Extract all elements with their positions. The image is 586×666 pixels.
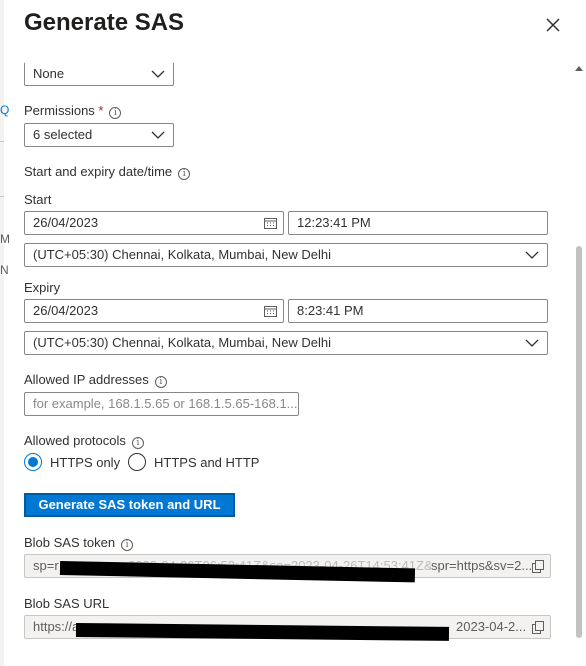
token-text-start: sp=r [33,558,59,573]
background-search-fragment: Q [0,103,10,117]
chevron-down-icon [525,339,539,347]
expiry-date-value: 26/04/2023 [33,303,99,318]
background-page-edge [0,0,4,666]
access-policy-select[interactable]: None [24,62,174,86]
start-time-input[interactable]: 12:23:41 PM [288,211,548,235]
scroll-thumb[interactable] [576,246,582,638]
copy-icon[interactable] [532,560,544,573]
radio-https-and-http-label[interactable]: HTTPS and HTTP [154,455,259,470]
chevron-down-icon [151,131,165,139]
expiry-date-input[interactable]: 26/04/2023 [24,299,284,323]
permissions-select[interactable]: 6 selected [24,123,174,147]
generate-sas-button[interactable]: Generate SAS token and URL [24,493,235,517]
token-label: Blob SAS token i [24,535,134,551]
date-section-label: Start and expiry date/time i [24,164,191,180]
chevron-down-icon [151,70,165,78]
access-policy-value: None [33,66,65,81]
close-icon [546,18,560,32]
copy-icon[interactable] [532,621,544,634]
permissions-label: Permissions * i [24,103,122,119]
ip-placeholder: for example, 168.1.5.65 or 168.1.5.65-16… [33,396,299,411]
panel-title: Generate SAS [24,9,185,36]
start-timezone-value: (UTC+05:30) Chennai, Kolkata, Mumbai, Ne… [33,247,332,262]
start-time-value: 12:23:41 PM [297,215,371,230]
expiry-label: Expiry [24,280,61,295]
permissions-value: 6 selected [33,127,93,142]
ip-input[interactable]: for example, 168.1.5.65 or 168.1.5.65-16… [24,392,299,416]
background-text-fragment: M [0,232,10,246]
radio-https-only-label[interactable]: HTTPS only [50,455,120,470]
expiry-time-value: 8:23:41 PM [297,303,364,318]
radio-https-only[interactable] [24,453,42,471]
start-date-value: 26/04/2023 [33,215,99,230]
radio-https-and-http[interactable] [128,453,146,471]
required-marker: * [98,103,104,118]
background-divider [0,141,4,142]
info-icon[interactable]: i [109,107,122,119]
info-icon[interactable]: i [154,376,167,388]
protocols-label: Allowed protocols i [24,433,144,449]
start-timezone-select[interactable]: (UTC+05:30) Chennai, Kolkata, Mumbai, Ne… [24,243,548,267]
expiry-timezone-select[interactable]: (UTC+05:30) Chennai, Kolkata, Mumbai, Ne… [24,331,548,355]
ip-label: Allowed IP addresses i [24,372,167,388]
url-text-start: https://a [33,619,80,634]
info-icon[interactable]: i [121,539,134,551]
expiry-timezone-value: (UTC+05:30) Chennai, Kolkata, Mumbai, Ne… [33,335,332,350]
calendar-icon[interactable] [264,305,277,317]
panel-scrollbar[interactable] [574,64,584,654]
background-divider [0,196,4,197]
info-icon[interactable]: i [131,437,144,449]
start-date-input[interactable]: 26/04/2023 [24,211,284,235]
background-text-fragment: N [0,263,9,277]
chevron-down-icon [525,251,539,259]
expiry-time-input[interactable]: 8:23:41 PM [288,299,548,323]
info-icon[interactable]: i [178,168,191,180]
start-label: Start [24,192,52,207]
close-button[interactable] [543,15,563,35]
calendar-icon[interactable] [264,217,277,229]
url-label: Blob SAS URL [24,596,110,611]
scroll-up-icon[interactable] [575,64,583,72]
